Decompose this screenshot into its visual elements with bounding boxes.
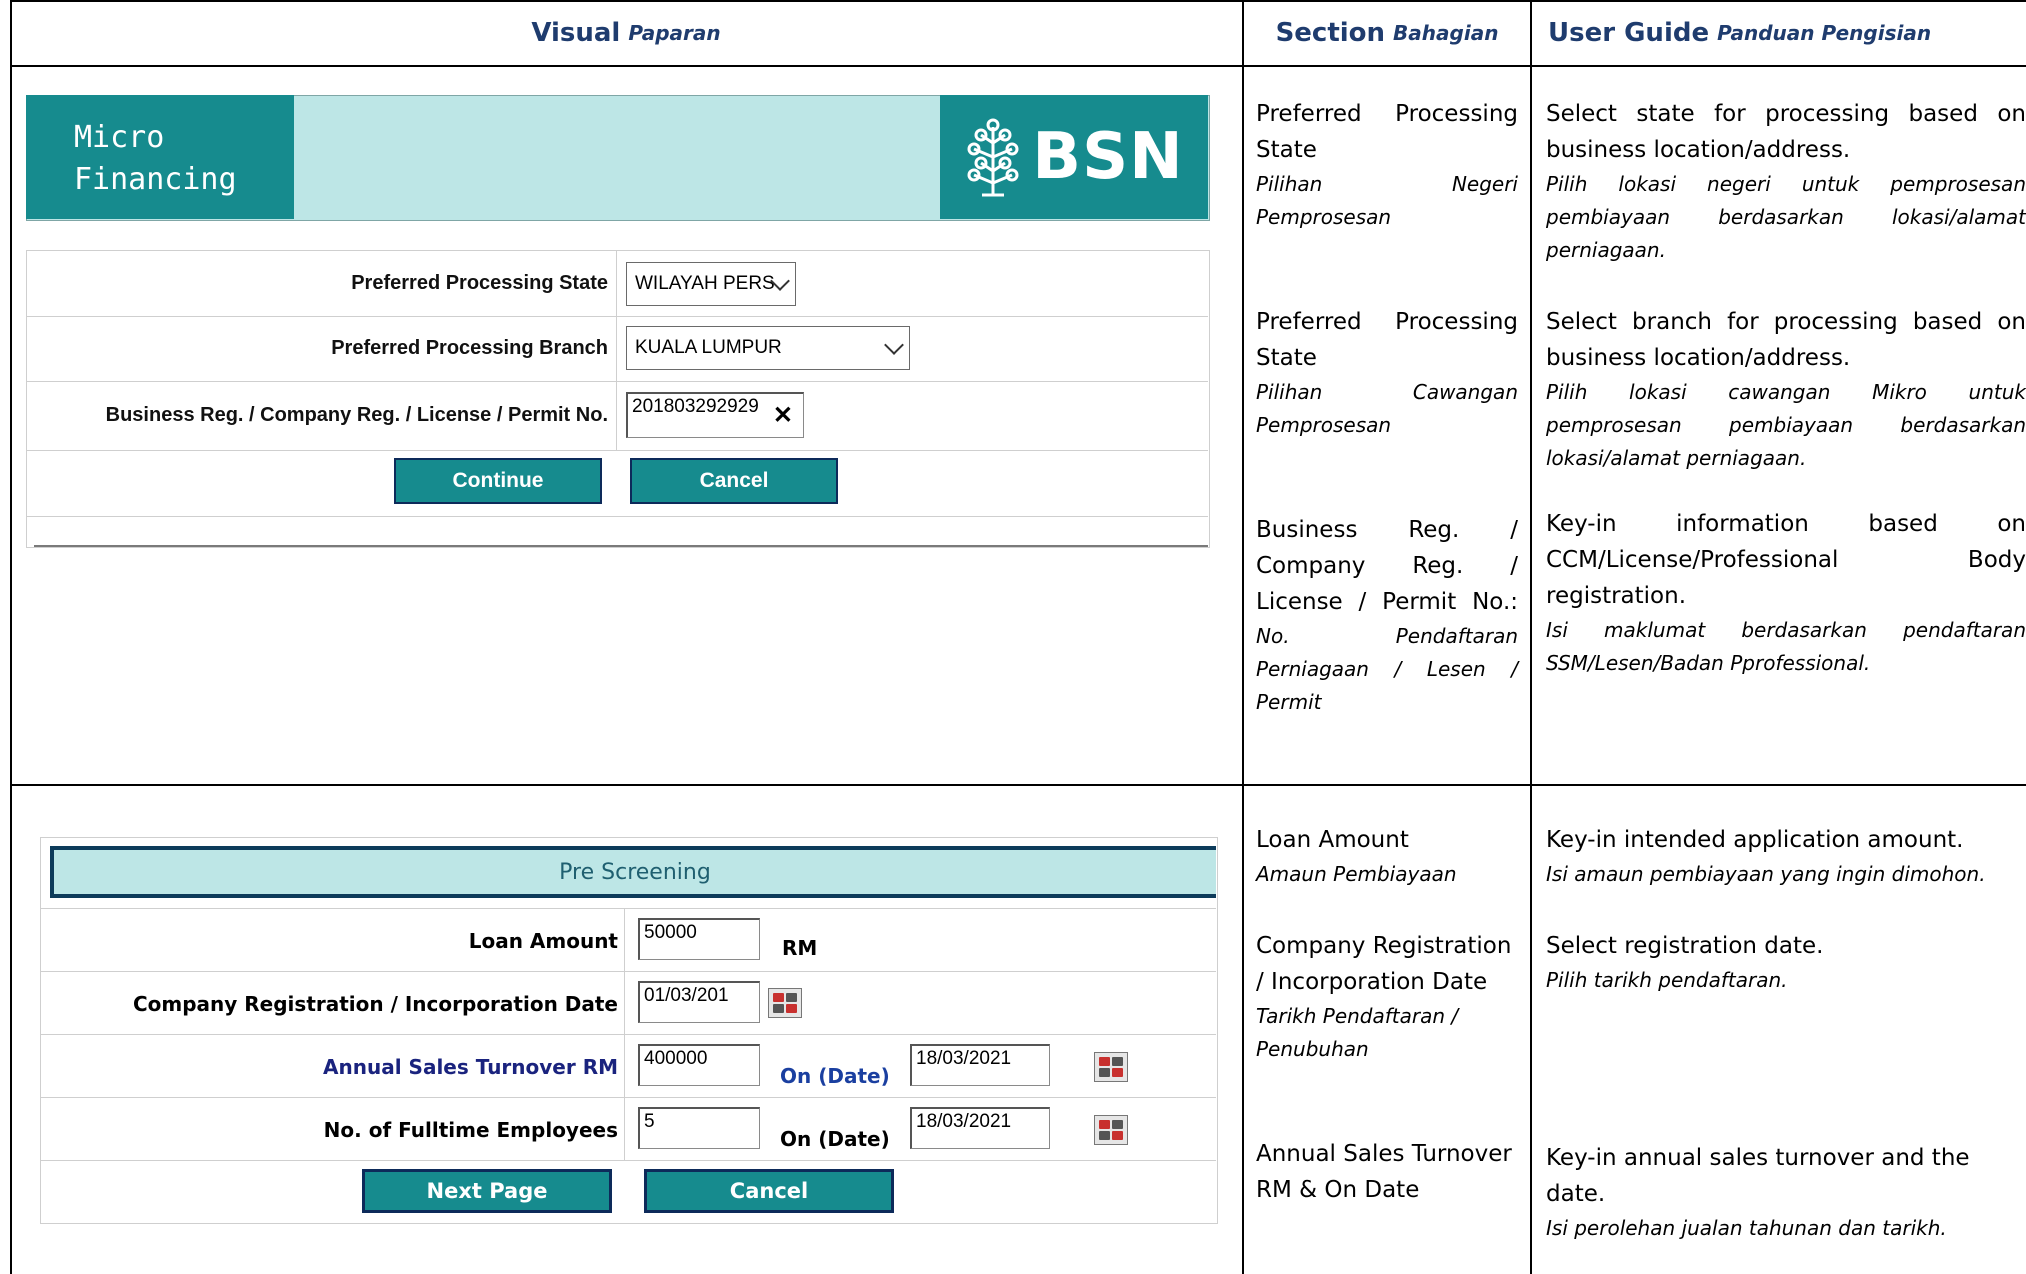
header-guide-italic: Panduan Pengisian <box>1717 21 1932 45</box>
employees-input[interactable]: 5 <box>638 1107 760 1149</box>
bsn-logo: BSN <box>940 95 1208 219</box>
state-label: Preferred Processing State <box>351 272 608 294</box>
form-column-separator <box>616 250 617 450</box>
micro-financing-title: Micro Financing <box>26 95 294 219</box>
guide-branch-italic: Pilih lokasi cawangan Mikro untuk pempro… <box>1546 380 2026 470</box>
reg-date-input[interactable]: 01/03/201 <box>638 981 760 1023</box>
header-guide-label: User Guide <box>1548 18 1710 48</box>
reg-number-input[interactable]: 201803292929 ✕ <box>626 392 804 438</box>
section-reg-date-name: Company Registration / Incorporation Dat… <box>1256 933 1512 995</box>
guide-reg-no-italic: Isi maklumat berdasarkan pendaftaran SSM… <box>1546 618 2026 675</box>
guide-state-italic: Pilih lokasi negeri untuk pemprosesan pe… <box>1546 172 2026 262</box>
employees-date-input[interactable]: 18/03/2021 <box>910 1107 1050 1149</box>
turnover-on-date-label: On (Date) <box>780 1064 890 1088</box>
section-turnover-name: Annual Sales Turnover RM & On Date <box>1256 1141 1512 1203</box>
section-reg-no-name: Business Reg. / Company Reg. / License /… <box>1256 517 1518 615</box>
guide-loan: Key-in intended application amount. Isi … <box>1546 822 2026 891</box>
cancel-button[interactable]: Cancel <box>630 458 838 504</box>
branch-select-value: KUALA LUMPUR <box>635 337 782 358</box>
banner-title-line-2: Financing <box>74 162 237 197</box>
pre-screening-title: Pre Screening <box>50 846 1216 898</box>
turnover-input[interactable]: 400000 <box>638 1044 760 1086</box>
header-section-italic: Bahagian <box>1393 21 1499 45</box>
loan-amount-unit: RM <box>782 936 818 960</box>
form-row-employees <box>40 1097 1216 1098</box>
employees-on-date-label: On (Date) <box>780 1127 890 1151</box>
banner-title-line-1: Micro <box>74 120 165 155</box>
loan-amount-label: Loan Amount <box>468 929 618 953</box>
table-left-border <box>10 0 12 1274</box>
guide-reg-date-text: Select registration date. <box>1546 933 1824 959</box>
guide-turnover-italic: Isi perolehan jualan tahunan dan tarikh. <box>1546 1216 1947 1240</box>
clear-icon[interactable]: ✕ <box>773 401 793 430</box>
section-turnover: Annual Sales Turnover RM & On Date <box>1256 1136 1518 1208</box>
section-reg-no-italic: No. Pendaftaran Perniagaan / Lesen / Per… <box>1256 624 1518 714</box>
section-reg-date: Company Registration / Incorporation Dat… <box>1256 928 1518 1066</box>
form-column-separator <box>624 908 625 1160</box>
section-loan-name: Loan Amount <box>1256 827 1409 853</box>
form-row-loan <box>40 908 1216 909</box>
chevron-down-icon <box>884 335 904 355</box>
guide-branch-text: Select branch for processing based on bu… <box>1546 309 2026 371</box>
reg-date-label: Company Registration / Incorporation Dat… <box>132 992 618 1016</box>
col-divider-1 <box>1242 0 1244 1274</box>
cancel-button[interactable]: Cancel <box>644 1169 894 1213</box>
employees-label: No. of Fulltime Employees <box>323 1118 618 1142</box>
guide-state-text: Select state for processing based on bus… <box>1546 101 2026 163</box>
guide-reg-no: Key-in information based on CCM/License/… <box>1546 506 2026 680</box>
section-branch-italic: Pilihan Cawangan Pemprosesan <box>1256 380 1518 437</box>
branch-select[interactable]: KUALA LUMPUR <box>626 326 910 370</box>
form-row-reg-date <box>40 971 1216 972</box>
section-state-italic: Pilihan Negeri Pemprosesan <box>1256 172 1518 229</box>
section-branch: Preferred Processing State Pilihan Cawan… <box>1256 304 1518 442</box>
row-divider <box>10 784 2026 786</box>
state-select[interactable]: WILAYAH PERS <box>626 262 796 306</box>
bsn-logo-text: BSN <box>1032 120 1184 194</box>
calendar-icon[interactable] <box>768 988 802 1018</box>
section-loan: Loan Amount Amaun Pembiayaan <box>1256 822 1518 891</box>
bsn-tree-icon <box>967 118 1019 197</box>
form-row-buttons <box>40 1160 1216 1161</box>
header-visual: Visual Paparan <box>10 0 1242 66</box>
section-reg-no: Business Reg. / Company Reg. / License /… <box>1256 512 1518 719</box>
branch-label: Preferred Processing Branch <box>331 337 608 359</box>
header-section-label: Section <box>1275 18 1386 48</box>
turnover-date-input[interactable]: 18/03/2021 <box>910 1044 1050 1086</box>
calendar-icon[interactable] <box>1094 1115 1128 1145</box>
section-loan-italic: Amaun Pembiayaan <box>1256 862 1457 886</box>
calendar-icon[interactable] <box>1094 1052 1128 1082</box>
guide-reg-date-italic: Pilih tarikh pendaftaran. <box>1546 968 1788 992</box>
state-select-value: WILAYAH PERS <box>635 273 775 294</box>
guide-reg-no-text: Key-in information based on CCM/License/… <box>1546 511 2026 609</box>
guide-reg-date: Select registration date. Pilih tarikh p… <box>1546 928 2026 997</box>
header-visual-italic: Paparan <box>628 21 721 45</box>
col-divider-2 <box>1530 0 1532 1274</box>
section-state-name: Preferred Processing State <box>1256 101 1518 163</box>
section-state: Preferred Processing State Pilihan Neger… <box>1256 96 1518 234</box>
loan-amount-input[interactable]: 50000 <box>638 918 760 960</box>
next-page-button[interactable]: Next Page <box>362 1169 612 1213</box>
header-visual-label: Visual <box>531 18 621 48</box>
form-row-turnover <box>40 1034 1216 1035</box>
guide-turnover: Key-in annual sales turnover and the dat… <box>1546 1140 2016 1245</box>
reg-label: Business Reg. / Company Reg. / License /… <box>105 404 608 426</box>
guide-branch: Select branch for processing based on bu… <box>1546 304 2026 475</box>
header-section: Section Bahagian <box>1244 0 1530 66</box>
header-guide: User Guide Panduan Pengisian <box>1548 0 2018 66</box>
continue-button[interactable]: Continue <box>394 458 602 504</box>
guide-loan-text: Key-in intended application amount. <box>1546 827 1964 853</box>
guide-turnover-text: Key-in annual sales turnover and the dat… <box>1546 1145 1970 1207</box>
guide-state: Select state for processing based on bus… <box>1546 96 2026 267</box>
form-row-buttons <box>26 450 1208 517</box>
form-bottom-rule <box>34 545 1208 547</box>
section-branch-name: Preferred Processing State <box>1256 309 1518 371</box>
reg-number-value: 201803292929 <box>632 396 759 417</box>
section-reg-date-italic: Tarikh Pendaftaran / Penubuhan <box>1256 1004 1459 1061</box>
turnover-label: Annual Sales Turnover RM <box>323 1055 618 1079</box>
guide-loan-italic: Isi amaun pembiayaan yang ingin dimohon. <box>1546 862 1986 886</box>
